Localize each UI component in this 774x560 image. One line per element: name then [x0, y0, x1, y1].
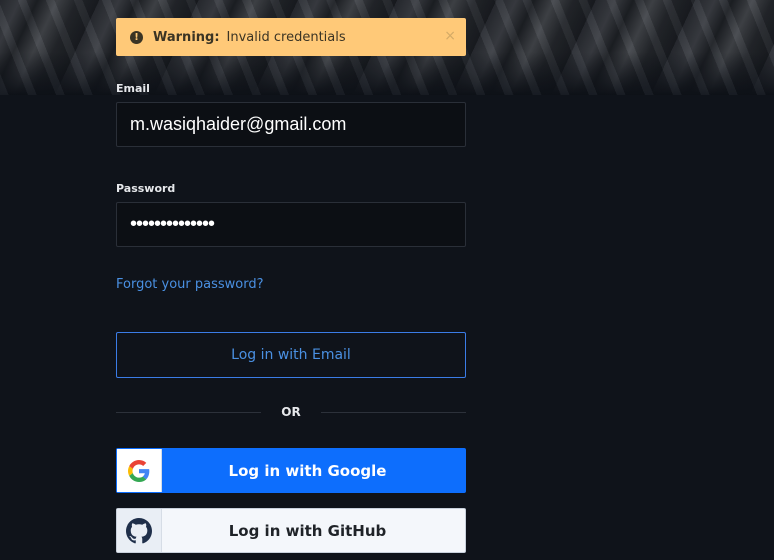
warning-alert: ! Warning: Invalid credentials ×	[116, 18, 466, 56]
login-email-label: Log in with Email	[231, 347, 351, 363]
email-value: m.wasiqhaider@gmail.com	[130, 114, 347, 134]
email-field[interactable]: m.wasiqhaider@gmail.com	[116, 102, 466, 147]
github-icon	[117, 509, 162, 552]
divider-line-left	[116, 411, 262, 413]
or-text: OR	[281, 405, 301, 419]
forgot-password-link[interactable]: Forgot your password?	[116, 277, 264, 292]
close-icon[interactable]: ×	[444, 28, 456, 44]
divider-line-right	[320, 411, 467, 413]
login-google-label: Log in with Google	[228, 461, 387, 480]
exclamation-circle-icon: !	[130, 30, 143, 44]
alert-title: Warning:	[153, 29, 220, 45]
google-icon	[117, 449, 162, 492]
login-email-button[interactable]: Log in with Email	[116, 332, 466, 378]
email-label: Email	[116, 82, 150, 95]
or-divider: OR	[116, 403, 467, 421]
login-github-button[interactable]: Log in with GitHub	[116, 508, 466, 553]
alert-message: Invalid credentials	[226, 29, 346, 45]
password-value: ••••••••••••••	[130, 213, 215, 235]
password-field[interactable]: ••••••••••••••	[116, 202, 466, 247]
login-github-label: Log in with GitHub	[228, 521, 387, 540]
password-label: Password	[116, 182, 176, 195]
login-google-button[interactable]: Log in with Google	[116, 448, 466, 493]
